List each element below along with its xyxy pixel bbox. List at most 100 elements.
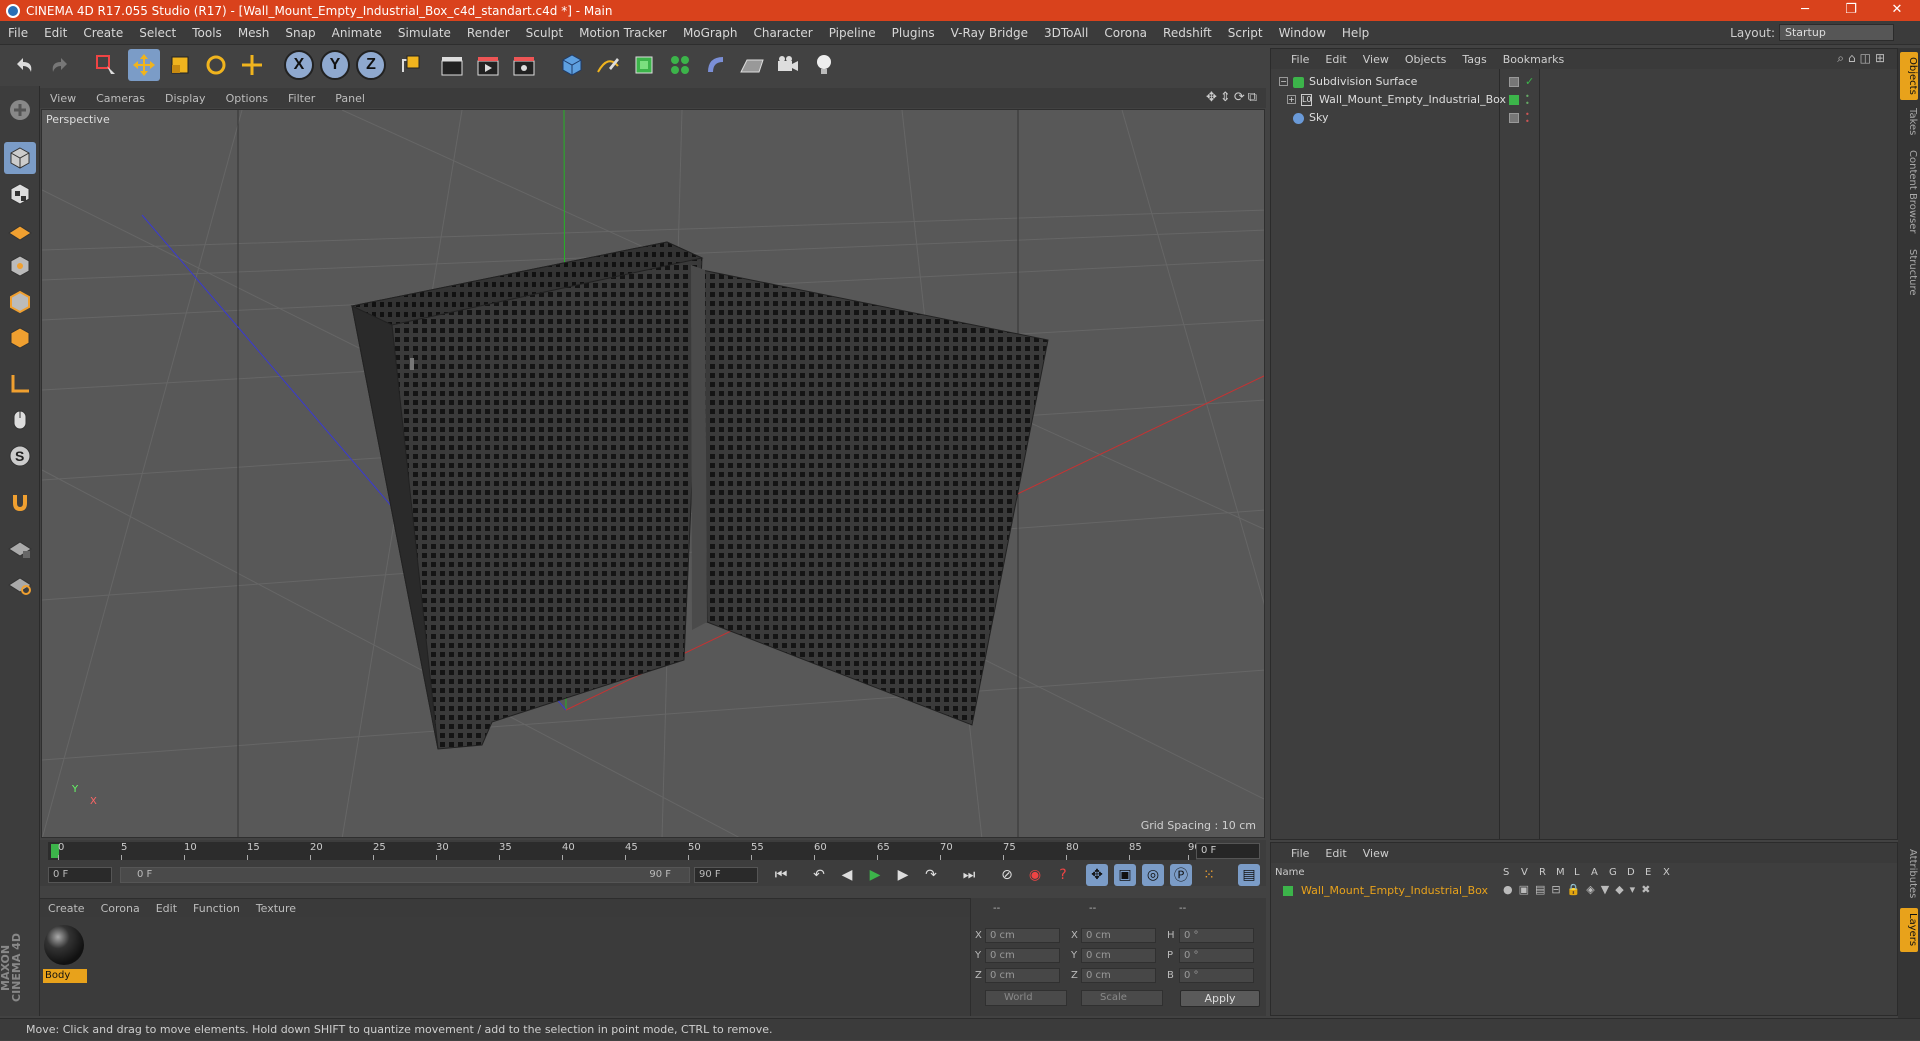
visibility-dots-icon[interactable]: • • bbox=[1525, 93, 1530, 108]
add-mograph-button[interactable] bbox=[664, 49, 696, 81]
menu-motion-tracker[interactable]: Motion Tracker bbox=[571, 26, 675, 40]
menu-edit[interactable]: Edit bbox=[36, 26, 75, 40]
key-scale-button[interactable]: ▣ bbox=[1114, 864, 1136, 886]
close-button[interactable]: ✕ bbox=[1874, 0, 1920, 21]
autokey-button[interactable]: ◉ bbox=[1024, 864, 1046, 886]
menu-script[interactable]: Script bbox=[1220, 26, 1271, 40]
key-position-button[interactable]: ✥ bbox=[1086, 864, 1108, 886]
viewport-menu-filter[interactable]: Filter bbox=[278, 92, 325, 105]
add-spline-button[interactable] bbox=[592, 49, 624, 81]
menu-vray-bridge[interactable]: V-Ray Bridge bbox=[943, 26, 1036, 40]
menu-3dtoall[interactable]: 3DToAll bbox=[1036, 26, 1096, 40]
timeline-ruler[interactable]: 0 5 10 15 20 25 30 35 40 45 50 55 60 65 … bbox=[48, 842, 1201, 860]
position-y-field[interactable]: 0 cm bbox=[985, 948, 1060, 963]
x-axis-lock-button[interactable]: X bbox=[284, 50, 314, 80]
go-to-end-button[interactable]: ⏭ bbox=[958, 864, 980, 886]
viewport-nav-icons[interactable]: ✥⇕⟳⧉ bbox=[1206, 90, 1260, 105]
locked-workplane-button[interactable] bbox=[4, 532, 36, 564]
material-menu-edit[interactable]: Edit bbox=[148, 902, 185, 915]
move-tool-button[interactable] bbox=[128, 49, 160, 81]
y-axis-lock-button[interactable]: Y bbox=[320, 50, 350, 80]
minimize-button[interactable]: ─ bbox=[1782, 0, 1828, 21]
object-menu-file[interactable]: File bbox=[1283, 53, 1317, 66]
texture-mode-button[interactable] bbox=[4, 178, 36, 210]
go-to-start-button[interactable]: ⏮ bbox=[770, 864, 792, 886]
object-row-sky[interactable]: Sky • • bbox=[1273, 109, 1897, 127]
start-frame-field[interactable]: 0 F bbox=[48, 867, 112, 883]
size-mode-dropdown[interactable]: Scale bbox=[1081, 990, 1163, 1006]
coordinate-system-button[interactable] bbox=[394, 49, 426, 81]
perspective-viewport[interactable]: Perspective Grid Spacing : 10 cm Y X bbox=[41, 109, 1265, 838]
position-x-field[interactable]: 0 cm bbox=[985, 928, 1060, 943]
timeline-window-button[interactable]: ▤ bbox=[1238, 864, 1260, 886]
menu-select[interactable]: Select bbox=[131, 26, 184, 40]
object-menu-objects[interactable]: Objects bbox=[1397, 53, 1455, 66]
rotation-b-field[interactable]: 0 ° bbox=[1179, 968, 1254, 983]
viewport-menu-display[interactable]: Display bbox=[155, 92, 216, 105]
material-menu-function[interactable]: Function bbox=[185, 902, 248, 915]
points-mode-button[interactable] bbox=[4, 250, 36, 282]
menu-file[interactable]: File bbox=[0, 26, 36, 40]
viewport-menu-options[interactable]: Options bbox=[216, 92, 278, 105]
menu-render[interactable]: Render bbox=[459, 26, 518, 40]
tab-attributes[interactable]: Attributes bbox=[1900, 844, 1918, 904]
next-key-button[interactable]: ↷ bbox=[920, 864, 942, 886]
frame-range-slider[interactable]: 0 F 90 F bbox=[120, 867, 690, 883]
tab-takes[interactable]: Takes bbox=[1900, 104, 1918, 140]
menu-window[interactable]: Window bbox=[1271, 26, 1334, 40]
menu-tools[interactable]: Tools bbox=[184, 26, 230, 40]
render-picture-viewer-button[interactable] bbox=[472, 49, 504, 81]
material-preview-body[interactable] bbox=[44, 925, 84, 965]
layer-menu-file[interactable]: File bbox=[1283, 847, 1317, 860]
viewport-menu-cameras[interactable]: Cameras bbox=[86, 92, 155, 105]
coordinate-mode-dropdown[interactable]: World bbox=[985, 990, 1067, 1006]
menu-create[interactable]: Create bbox=[75, 26, 131, 40]
material-menu-texture[interactable]: Texture bbox=[248, 902, 304, 915]
rotate-tool-button[interactable] bbox=[200, 49, 232, 81]
object-manager-search-icons[interactable]: ⌕⌂◫⊞ bbox=[1837, 51, 1889, 66]
planar-workplane-button[interactable] bbox=[4, 568, 36, 600]
menu-snap[interactable]: Snap bbox=[277, 26, 323, 40]
snapping-button[interactable]: S bbox=[4, 440, 36, 472]
tweak-mode-button[interactable] bbox=[4, 404, 36, 436]
layout-dropdown[interactable]: Startup bbox=[1779, 24, 1894, 41]
expand-icon[interactable]: + bbox=[1287, 95, 1296, 104]
record-keys-button[interactable]: ⊘ bbox=[996, 864, 1018, 886]
workplane-mode-button[interactable] bbox=[4, 214, 36, 246]
menu-redshift[interactable]: Redshift bbox=[1155, 26, 1220, 40]
material-name-label[interactable]: Body bbox=[43, 969, 87, 983]
render-settings-button[interactable] bbox=[508, 49, 540, 81]
menu-pipeline[interactable]: Pipeline bbox=[821, 26, 884, 40]
undo-button[interactable] bbox=[8, 49, 40, 81]
layer-toggle-icons[interactable]: ●▣▤⊟🔒◈▼◆▾✖ bbox=[1503, 883, 1656, 896]
previous-key-button[interactable]: ↶ bbox=[808, 864, 830, 886]
magnet-button[interactable] bbox=[4, 486, 36, 518]
previous-frame-button[interactable]: ◀ bbox=[836, 864, 858, 886]
tab-content-browser[interactable]: Content Browser bbox=[1900, 144, 1918, 240]
object-menu-edit[interactable]: Edit bbox=[1317, 53, 1354, 66]
key-rotation-button[interactable]: ◎ bbox=[1142, 864, 1164, 886]
object-menu-view[interactable]: View bbox=[1355, 53, 1397, 66]
collapse-icon[interactable]: − bbox=[1279, 77, 1288, 86]
add-floor-button[interactable] bbox=[736, 49, 768, 81]
viewport-menu-view[interactable]: View bbox=[40, 92, 86, 105]
material-menu-corona[interactable]: Corona bbox=[93, 902, 148, 915]
make-editable-button[interactable] bbox=[4, 94, 36, 126]
material-menu-create[interactable]: Create bbox=[40, 902, 93, 915]
menu-corona[interactable]: Corona bbox=[1096, 26, 1155, 40]
menu-animate[interactable]: Animate bbox=[324, 26, 390, 40]
play-button[interactable]: ▶ bbox=[864, 864, 886, 886]
live-selection-button[interactable] bbox=[90, 49, 122, 81]
redo-button[interactable] bbox=[44, 49, 76, 81]
layer-tag-icon[interactable] bbox=[1509, 113, 1519, 123]
menu-sculpt[interactable]: Sculpt bbox=[518, 26, 571, 40]
visibility-dots-icon[interactable]: • • bbox=[1525, 111, 1530, 126]
position-z-field[interactable]: 0 cm bbox=[985, 968, 1060, 983]
menu-mesh[interactable]: Mesh bbox=[230, 26, 278, 40]
object-menu-bookmarks[interactable]: Bookmarks bbox=[1495, 53, 1572, 66]
rotation-p-field[interactable]: 0 ° bbox=[1179, 948, 1254, 963]
viewport-menu-panel[interactable]: Panel bbox=[325, 92, 375, 105]
size-x-field[interactable]: 0 cm bbox=[1081, 928, 1156, 943]
layer-color-icon[interactable] bbox=[1283, 886, 1293, 896]
key-point-level-button[interactable]: ⁙ bbox=[1198, 864, 1220, 886]
